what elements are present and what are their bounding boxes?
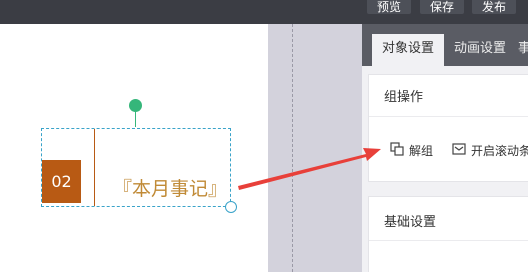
publish-button-label: 发布 bbox=[481, 0, 506, 14]
vertical-divider bbox=[94, 129, 95, 206]
editor-screen: 预览 保存 发布 02 『本月事记』 对象设置 动画设置 事 组操作 解组 开启… bbox=[0, 0, 528, 272]
save-button[interactable]: 保存 bbox=[420, 0, 464, 14]
ungroup-button[interactable]: 解组 bbox=[390, 142, 433, 159]
preview-button[interactable]: 预览 bbox=[367, 0, 411, 14]
enable-scroll-button[interactable]: 开启滚动条 bbox=[452, 142, 528, 159]
rotate-handle-stem bbox=[135, 110, 136, 127]
tab-events[interactable]: 事 bbox=[518, 34, 528, 66]
top-toolbar: 预览 保存 发布 bbox=[0, 0, 528, 24]
component-title: 『本月事记』 bbox=[113, 178, 228, 200]
number-badge-text: 02 bbox=[51, 172, 72, 191]
rotate-handle[interactable] bbox=[129, 99, 142, 112]
basic-settings-title: 基础设置 bbox=[384, 215, 437, 230]
save-button-label: 保存 bbox=[429, 0, 454, 14]
number-badge: 02 bbox=[42, 160, 81, 203]
ungroup-icon bbox=[390, 142, 404, 159]
resize-handle[interactable] bbox=[225, 201, 237, 213]
ungroup-label: 解组 bbox=[409, 144, 434, 158]
tab-animation-settings[interactable]: 动画设置 bbox=[454, 34, 506, 66]
basic-settings-card bbox=[368, 196, 528, 272]
card-separator bbox=[369, 240, 528, 241]
panel-tabbar: 对象设置 动画设置 事 bbox=[362, 24, 528, 66]
enable-scroll-label: 开启滚动条 bbox=[471, 144, 528, 158]
tab-object-settings[interactable]: 对象设置 bbox=[372, 34, 445, 66]
scroll-icon bbox=[452, 143, 466, 158]
group-ops-title: 组操作 bbox=[384, 90, 424, 105]
canvas-gutter bbox=[268, 24, 362, 272]
card-separator bbox=[369, 116, 528, 117]
publish-button[interactable]: 发布 bbox=[472, 0, 516, 14]
preview-button-label: 预览 bbox=[376, 0, 401, 14]
guide-line bbox=[292, 24, 293, 272]
